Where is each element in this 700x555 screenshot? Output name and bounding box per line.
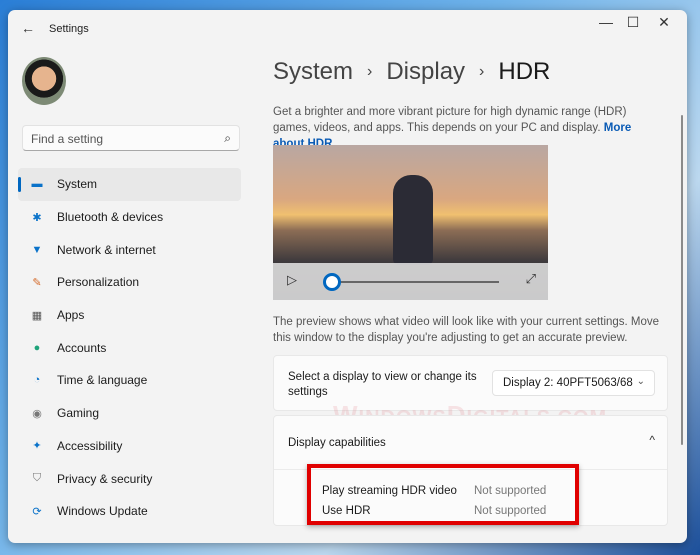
sidebar-item-network-internet[interactable]: ▼ Network & internet (18, 233, 241, 266)
privacy-security-icon: ⛉ (32, 472, 42, 485)
sidebar-item-label: Privacy & security (57, 471, 153, 486)
search-placeholder: Find a setting (31, 132, 104, 146)
sidebar-item-label: Personalization (57, 275, 140, 290)
search-input[interactable]: Find a setting ⌕ (22, 125, 240, 151)
video-controls: ▷ ⤢ (273, 263, 548, 300)
minimize-button[interactable]: — (591, 14, 621, 30)
search-icon: ⌕ (224, 131, 231, 145)
capabilities-header[interactable]: Display capabilities (288, 437, 386, 449)
windows-update-icon: ⟳ (32, 505, 42, 518)
app-title: Settings (49, 23, 89, 35)
description-text: Get a brighter and more vibrant picture … (273, 106, 627, 134)
sidebar-item-windows-update[interactable]: ⟳ Windows Update (18, 495, 241, 528)
chevron-up-icon[interactable]: ^ (649, 433, 655, 447)
page-title: HDR (498, 58, 551, 85)
hdr-video-preview: ▷ ⤢ (273, 145, 548, 300)
system-icon: ▬ (31, 178, 43, 191)
settings-window: ← Settings — ☐ ✕ Find a setting ⌕ ▬ Syste… (8, 10, 687, 543)
sidebar-item-label: Apps (57, 308, 85, 323)
breadcrumb-display[interactable]: Display (386, 58, 465, 85)
breadcrumb-system[interactable]: System (273, 58, 353, 85)
video-seek-thumb[interactable] (323, 273, 341, 291)
title-bar: ← Settings — ☐ ✕ (8, 10, 687, 48)
chevron-down-icon: ⌄ (636, 376, 645, 387)
personalization-icon: ✎ (32, 276, 42, 289)
chevron-right-icon: › (367, 63, 373, 80)
display-dropdown[interactable]: Display 2: 40PFT5063/68 ⌄ (492, 370, 655, 396)
sidebar-item-label: Bluetooth & devices (57, 210, 164, 225)
bluetooth-devices-icon: ✱ (32, 211, 42, 224)
accessibility-icon: ✦ (32, 440, 42, 453)
sidebar-item-personalization[interactable]: ✎ Personalization (18, 266, 241, 299)
sidebar-item-label: Network & internet (57, 242, 156, 257)
sidebar-nav: ▬ System ✱ Bluetooth & devices ▼ Network & in… (18, 168, 241, 528)
highlight-box (307, 464, 579, 525)
gaming-icon: ◉ (32, 407, 42, 420)
apps-icon: ▦ (31, 309, 43, 322)
network-internet-icon: ▼ (31, 243, 43, 256)
time-language-icon: ◔ (33, 374, 41, 387)
sidebar-item-label: Gaming (57, 406, 100, 421)
sidebar-item-label: Time & language (57, 373, 148, 388)
video-person-figure (393, 175, 433, 265)
breadcrumb: System › Display › HDR (273, 58, 550, 86)
display-select-label: Select a display to view or change its s… (288, 371, 477, 398)
sidebar-item-system[interactable]: ▬ System (18, 168, 241, 201)
sidebar-item-accessibility[interactable]: ✦ Accessibility (18, 430, 241, 463)
back-button[interactable]: ← (21, 20, 35, 36)
chevron-right-icon: › (479, 63, 485, 80)
sidebar-item-time-language[interactable]: ◔ Time & language (18, 364, 241, 397)
sidebar-item-apps[interactable]: ▦ Apps (18, 299, 241, 332)
display-dropdown-value: Display 2: 40PFT5063/68 (503, 377, 633, 389)
fullscreen-icon[interactable]: ⤢ (526, 271, 536, 287)
sidebar-item-label: Windows Update (57, 504, 148, 519)
play-icon[interactable]: ▷ (287, 272, 297, 288)
sidebar-item-label: Accounts (57, 340, 107, 355)
maximize-button[interactable]: ☐ (618, 14, 648, 31)
preview-note: The preview shows what video will look l… (273, 316, 660, 344)
scrollbar[interactable] (681, 115, 683, 445)
sidebar-item-gaming[interactable]: ◉ Gaming (18, 397, 241, 430)
video-seek-track[interactable] (331, 281, 499, 283)
sidebar-item-privacy-security[interactable]: ⛉ Privacy & security (18, 462, 241, 495)
sidebar-item-label: System (57, 177, 98, 192)
accounts-icon: ● (33, 341, 41, 354)
close-button[interactable]: ✕ (649, 14, 679, 31)
sidebar-item-label: Accessibility (57, 438, 123, 453)
sidebar-item-accounts[interactable]: ● Accounts (18, 331, 241, 364)
sidebar-item-bluetooth-devices[interactable]: ✱ Bluetooth & devices (18, 201, 241, 234)
user-avatar[interactable] (22, 57, 66, 105)
